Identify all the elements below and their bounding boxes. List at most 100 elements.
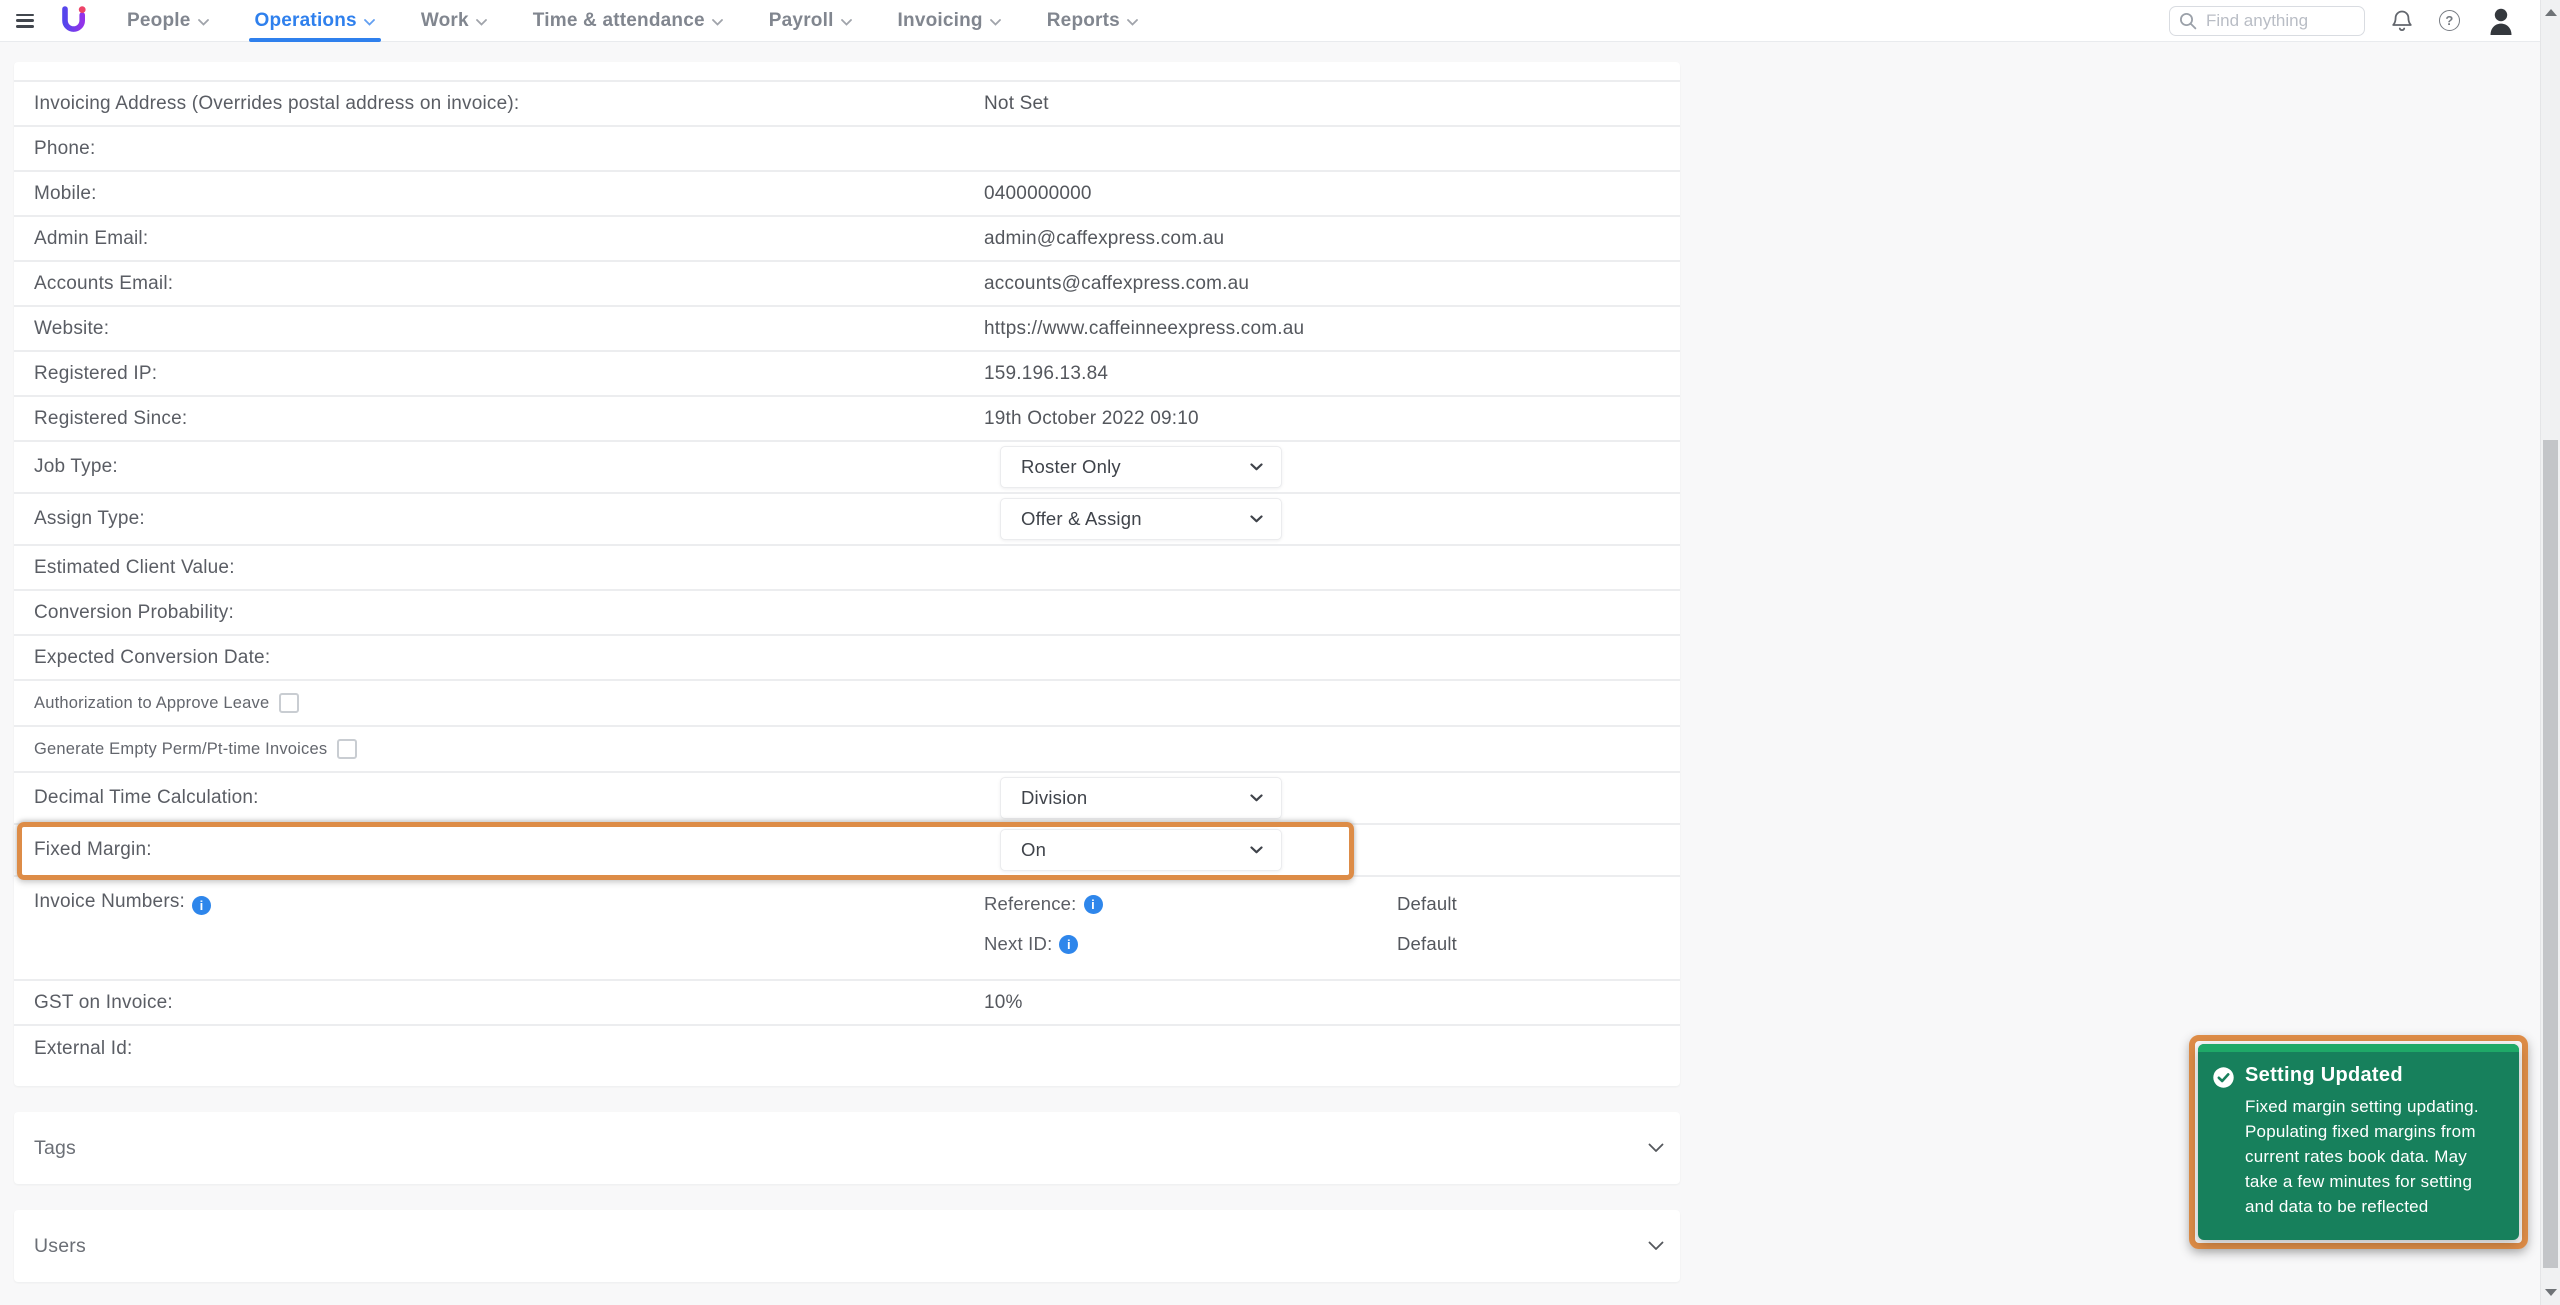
selected-value: Division <box>1021 787 1087 809</box>
topbar-right-cluster: ? <box>2169 6 2530 36</box>
reference-row: Reference:i Default <box>984 893 1457 915</box>
assign-type-select[interactable]: Offer & Assign <box>1000 498 1282 540</box>
chevron-down-icon <box>1127 19 1138 26</box>
invoice-numbers-label: Invoice Numbers: <box>34 891 185 912</box>
hamburger-menu-icon[interactable] <box>16 14 34 28</box>
chevron-down-icon <box>712 19 723 26</box>
field-label: External Id: <box>34 1038 984 1060</box>
clipped-row <box>14 62 1680 82</box>
chevron-down-icon <box>198 19 209 26</box>
search-icon <box>2179 12 2197 30</box>
field-label: Website: <box>34 318 984 340</box>
vertical-scrollbar[interactable] <box>2540 0 2560 1305</box>
chevron-down-icon <box>990 19 1001 26</box>
users-section-title: Users <box>34 1235 86 1258</box>
fixed-margin-select[interactable]: On <box>1000 829 1282 871</box>
chevron-down-icon <box>1648 1143 1664 1153</box>
row-accounts-email: Accounts Email: accounts@caffexpress.com… <box>14 262 1680 307</box>
tags-section-title: Tags <box>34 1137 76 1160</box>
next-id-value: Default <box>1397 933 1457 955</box>
chevron-down-icon <box>841 19 852 26</box>
info-icon[interactable]: i <box>1084 895 1103 914</box>
checkbox-label: Authorization to Approve Leave <box>34 694 269 713</box>
selected-value: Roster Only <box>1021 456 1121 478</box>
nav-label: People <box>127 10 191 32</box>
chevron-down-icon <box>476 19 487 26</box>
selected-value: On <box>1021 839 1046 861</box>
scroll-up-arrow[interactable] <box>2545 9 2557 16</box>
nav-item-time-attendance[interactable]: Time & attendance <box>533 0 723 42</box>
nav-item-people[interactable]: People <box>127 0 209 42</box>
toast-message: Fixed margin setting updating. Populatin… <box>2245 1095 2503 1220</box>
scroll-down-arrow[interactable] <box>2545 1289 2557 1296</box>
users-section-header[interactable]: Users <box>14 1210 1680 1282</box>
app-logo[interactable] <box>60 5 87 36</box>
chevron-down-icon <box>1250 846 1263 854</box>
scrollbar-thumb[interactable] <box>2543 440 2558 1268</box>
nav-item-reports[interactable]: Reports <box>1047 0 1138 42</box>
nav-item-payroll[interactable]: Payroll <box>769 0 852 42</box>
field-label: Registered IP: <box>34 363 984 385</box>
field-label: Job Type: <box>34 456 984 478</box>
row-admin-email: Admin Email: admin@caffexpress.com.au <box>14 217 1680 262</box>
client-details-card: Invoicing Address (Overrides postal addr… <box>14 62 1680 1086</box>
field-value: admin@caffexpress.com.au <box>984 228 1224 250</box>
row-gst-on-invoice: GST on Invoice: 10% <box>14 981 1680 1026</box>
row-phone: Phone: <box>14 127 1680 172</box>
field-label: Invoice Numbers: i <box>34 891 984 915</box>
chevron-down-icon <box>1250 515 1263 523</box>
user-avatar[interactable] <box>2486 6 2516 36</box>
job-type-select[interactable]: Roster Only <box>1000 446 1282 488</box>
field-label: Admin Email: <box>34 228 984 250</box>
nav-label: Operations <box>255 10 357 32</box>
reference-label-text: Reference: <box>984 893 1077 915</box>
search-input[interactable] <box>2169 6 2365 36</box>
next-id-row: Next ID:i Default <box>984 933 1457 955</box>
row-external-id: External Id: <box>14 1026 1680 1086</box>
row-job-type: Job Type: Roster Only <box>14 442 1680 494</box>
row-estimated-client-value: Estimated Client Value: <box>14 546 1680 591</box>
logo-icon <box>60 5 87 36</box>
row-website: Website: https://www.caffeinneexpress.co… <box>14 307 1680 352</box>
success-check-icon <box>2212 1066 2235 1089</box>
decimal-time-calculation-select[interactable]: Division <box>1000 777 1282 819</box>
field-value: https://www.caffeinneexpress.com.au <box>984 318 1304 340</box>
field-label: Registered Since: <box>34 408 984 430</box>
selected-value: Offer & Assign <box>1021 508 1142 530</box>
nav-item-operations[interactable]: Operations <box>255 0 375 42</box>
nav-item-invoicing[interactable]: Invoicing <box>898 0 1001 42</box>
chevron-down-icon <box>1250 463 1263 471</box>
tags-section-header[interactable]: Tags <box>14 1112 1680 1184</box>
row-decimal-time-calculation: Decimal Time Calculation: Division <box>14 773 1680 825</box>
field-value: 159.196.13.84 <box>984 363 1108 385</box>
toast-highlight-annotation: Setting Updated Fixed margin setting upd… <box>2189 1035 2528 1249</box>
reference-label: Reference: i <box>984 893 1397 915</box>
row-authorization-approve-leave: Authorization to Approve Leave <box>14 681 1680 727</box>
setting-updated-toast: Setting Updated Fixed margin setting upd… <box>2198 1044 2519 1240</box>
field-value: 19th October 2022 09:10 <box>984 408 1199 430</box>
field-label: Mobile: <box>34 183 984 205</box>
help-icon[interactable]: ? <box>2439 10 2460 31</box>
field-label: Conversion Probability: <box>34 602 984 624</box>
nav-label: Invoicing <box>898 10 983 32</box>
chevron-down-icon <box>1648 1241 1664 1251</box>
notifications-bell-icon[interactable] <box>2391 9 2413 33</box>
toast-text: Setting Updated Fixed margin setting upd… <box>2245 1064 2503 1220</box>
field-label: Fixed Margin: <box>34 839 984 861</box>
chevron-down-icon <box>1250 794 1263 802</box>
field-value: 10% <box>984 992 1023 1014</box>
generate-empty-invoices-checkbox[interactable] <box>337 739 357 759</box>
info-icon[interactable]: i <box>1059 935 1078 954</box>
invoice-numbers-values: Reference: i Default Next ID:i Default <box>984 891 1457 955</box>
help-glyph: ? <box>2445 13 2453 28</box>
nav-item-work[interactable]: Work <box>421 0 487 42</box>
row-registered-since: Registered Since: 19th October 2022 09:1… <box>14 397 1680 442</box>
authorization-approve-leave-checkbox[interactable] <box>279 693 299 713</box>
field-label: Assign Type: <box>34 508 984 530</box>
main-nav: People Operations Work Time & attendance… <box>127 0 1184 42</box>
nav-label: Work <box>421 10 469 32</box>
field-label: Invoicing Address (Overrides postal addr… <box>34 93 984 115</box>
info-icon[interactable]: i <box>192 896 211 915</box>
row-invoice-numbers: Invoice Numbers: i Reference: i Default Ne… <box>14 877 1680 981</box>
nav-label: Time & attendance <box>533 10 705 32</box>
